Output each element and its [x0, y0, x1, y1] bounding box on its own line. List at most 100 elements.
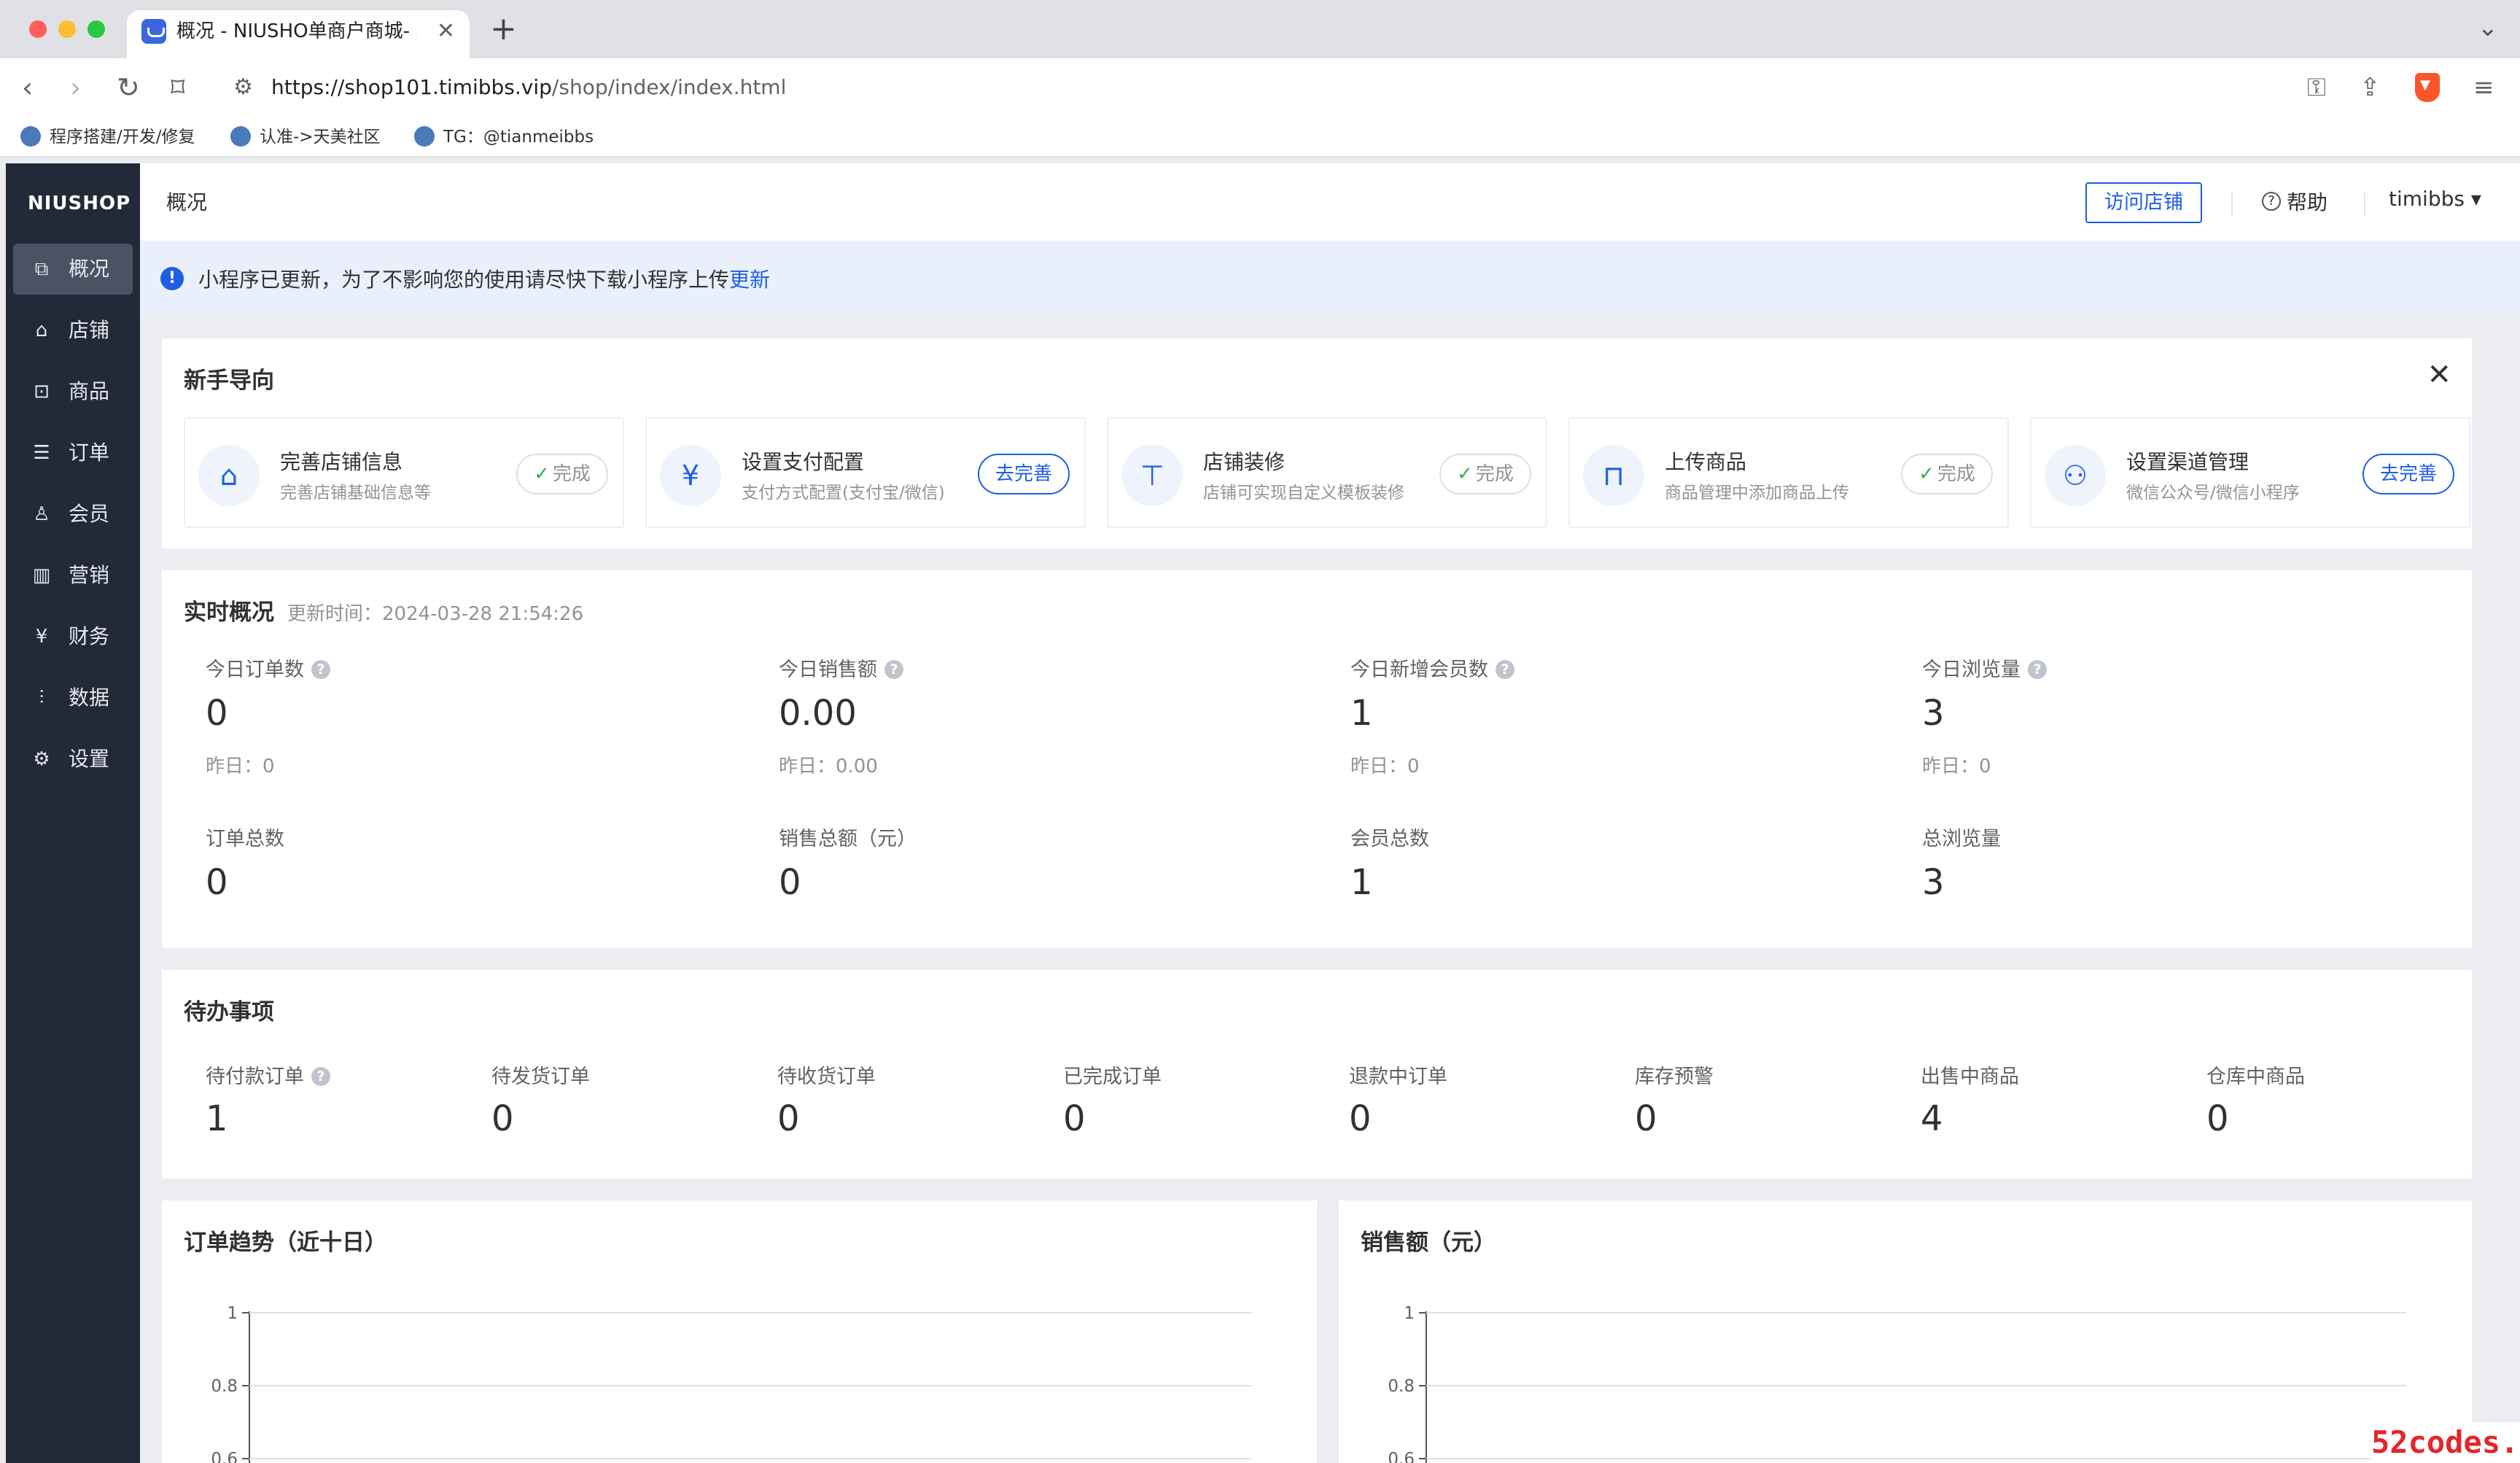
sidebar-item-marketing[interactable]: ▥ 营销	[13, 550, 133, 601]
member-icon: ♙	[33, 503, 50, 525]
paint-roller-icon: ⊤	[1121, 445, 1183, 506]
sidebar-item-orders[interactable]: ☰ 订单	[13, 427, 133, 478]
go-complete-button[interactable]: 去完善	[978, 454, 1070, 494]
tab-favicon-icon	[141, 19, 166, 44]
close-icon[interactable]: ✕	[2427, 360, 2451, 389]
browser-menu-icon[interactable]: ≡	[2473, 71, 2494, 104]
window-zoom-button[interactable]	[88, 20, 105, 38]
sidebar-item-members[interactable]: ♙ 会员	[13, 489, 133, 540]
guide-step-upload-goods[interactable]: ⊓ 上传商品 商品管理中添加商品上传 ✓ 完成	[1568, 417, 2009, 528]
guide-title: 新手导向	[184, 368, 274, 394]
todo-value[interactable]: 0	[1063, 1098, 1086, 1139]
help-question-icon: ?	[2262, 192, 2281, 211]
tab-close-icon[interactable]: ✕	[437, 18, 455, 44]
help-link[interactable]: ? 帮助	[2262, 187, 2328, 216]
brave-shield-icon[interactable]	[2415, 73, 2440, 102]
bookmark-item[interactable]: 程序搭建/开发/修复	[20, 123, 195, 152]
y-tick-label: 0.8	[1388, 1377, 1415, 1396]
question-help-icon[interactable]: ?	[1496, 659, 1514, 679]
question-help-icon[interactable]: ?	[2028, 659, 2047, 679]
back-arrow-icon[interactable]: ‹	[22, 71, 33, 104]
todo-value[interactable]: 0	[777, 1098, 800, 1139]
reload-icon[interactable]: ↻	[117, 71, 140, 104]
update-time: 更新时间：2024-03-28 21:54:26	[287, 603, 584, 625]
todo-value[interactable]: 4	[1921, 1098, 1943, 1139]
guide-step-store-info[interactable]: ⌂ 完善店铺信息 完善店铺基础信息等 ✓ 完成	[184, 417, 624, 528]
sidebar-item-store[interactable]: ⌂ 店铺	[13, 305, 133, 356]
bookmark-item[interactable]: 认准->天美社区	[230, 123, 381, 152]
todo-value[interactable]: 0	[491, 1098, 514, 1139]
stat-yesterday: 昨日：0	[1350, 756, 1420, 777]
niushop-logo: NIUSHOP	[28, 193, 131, 214]
bookmark-item[interactable]: TG：@tianmeibbs	[414, 123, 594, 152]
bookmark-favicon-icon	[230, 125, 251, 147]
stat-value: 1	[1350, 693, 1373, 734]
notice-text: 小程序已更新，为了不影响您的使用请尽快下载小程序上传更新	[198, 268, 771, 292]
order-trend-card: 订单趋势（近十日） 1 0.8 0.6	[162, 1200, 1317, 1463]
visit-store-button[interactable]: 访问店铺	[2085, 182, 2202, 223]
password-key-icon[interactable]: ⚿	[2307, 71, 2326, 104]
forward-arrow-icon[interactable]: ›	[70, 71, 81, 104]
sidebar-item-goods[interactable]: ⊡ 商品	[13, 366, 133, 417]
guide-step-decoration[interactable]: ⊤ 店铺装修 店铺可实现自定义模板装修 ✓ 完成	[1107, 417, 1547, 528]
sidebar-item-settings[interactable]: ⚙ 设置	[13, 734, 133, 785]
top-header: 概况 访问店铺 ? 帮助 timibbs ▾	[140, 163, 2520, 241]
go-complete-button[interactable]: 去完善	[2362, 454, 2454, 494]
todo-value[interactable]: 0	[2206, 1098, 2229, 1139]
todo-label: 待付款订单?	[206, 1060, 330, 1089]
todo-title: 待办事项	[184, 999, 274, 1025]
bookmark-favicon-icon	[20, 125, 41, 147]
stat-value: 3	[1922, 693, 1945, 734]
tab-list-chevron-icon[interactable]: ⌄	[2478, 13, 2499, 42]
address-bar[interactable]: ⚙ https://shop101.timibbs.vip/shop/index…	[219, 64, 2333, 111]
url-text[interactable]: https://shop101.timibbs.vip/shop/index/i…	[271, 73, 786, 102]
shopping-bag-icon: ⊓	[1583, 445, 1644, 506]
window-close-button[interactable]	[29, 20, 47, 38]
stat-label: 会员总数	[1350, 828, 1429, 850]
browser-tab[interactable]: 概况 - NIUSHO单商户商城- 天美 ✕	[127, 10, 470, 58]
stat-label: 订单总数	[206, 828, 284, 850]
stat-label: 今日订单数?	[206, 653, 330, 682]
todo-label: 退款中订单	[1349, 1066, 1447, 1088]
sidebar-item-finance[interactable]: ¥ 财务	[13, 611, 133, 662]
stat-label: 总浏览量	[1922, 828, 2001, 850]
guide-step-payment[interactable]: ¥ 设置支付配置 支付方式配置(支付宝/微信) 去完善	[645, 417, 1086, 528]
todo-value[interactable]: 0	[1635, 1098, 1657, 1139]
new-tab-plus-icon[interactable]: +	[490, 10, 517, 48]
store-icon: ⌂	[35, 319, 48, 341]
order-trend-chart: 1 0.8 0.6	[211, 1304, 1251, 1463]
finance-icon: ¥	[35, 626, 48, 648]
todo-value[interactable]: 1	[206, 1098, 228, 1139]
sales-chart-card: 销售额（元） 1 0.8 0.6	[1339, 1200, 2472, 1463]
bookmark-favicon-icon	[414, 125, 435, 147]
marketing-bars-icon: ▥	[32, 564, 51, 586]
sidebar-item-data[interactable]: ⫶ 数据	[13, 672, 133, 723]
info-icon: !	[160, 267, 184, 290]
question-help-icon[interactable]: ?	[884, 659, 903, 679]
check-icon: ✓	[1918, 463, 1934, 485]
question-help-icon[interactable]: ?	[311, 659, 330, 679]
stat-yesterday: 昨日：0	[206, 756, 275, 777]
site-settings-icon[interactable]: ⚙	[233, 74, 253, 100]
window-minimize-button[interactable]	[58, 20, 76, 38]
header-divider	[2231, 193, 2233, 216]
store-icon: ⌂	[198, 445, 260, 506]
share-icon[interactable]: ⇪	[2360, 71, 2381, 104]
guide-step-channels[interactable]: ⚇ 设置渠道管理 微信公众号/微信小程序 去完善	[2030, 417, 2470, 528]
bookmark-icon[interactable]: ⌑	[171, 71, 185, 104]
y-tick-label: 0.6	[1388, 1450, 1415, 1463]
y-tick-label: 1	[1404, 1304, 1415, 1323]
stat-value: 3	[1922, 862, 1945, 903]
y-tick-label: 0.8	[211, 1377, 238, 1396]
sidebar-item-overview[interactable]: ⧉ 概况	[13, 244, 133, 295]
question-help-icon[interactable]: ?	[311, 1066, 330, 1086]
update-notice-bar: ! 小程序已更新，为了不影响您的使用请尽快下载小程序上传更新	[140, 241, 2520, 317]
todo-value[interactable]: 0	[1349, 1098, 1372, 1139]
check-icon: ✓	[1457, 463, 1473, 485]
user-menu[interactable]: timibbs ▾	[2389, 187, 2481, 211]
realtime-overview-card: 实时概况 更新时间：2024-03-28 21:54:26 今日订单数? 0 昨日…	[162, 570, 2472, 948]
realtime-title: 实时概况 更新时间：2024-03-28 21:54:26	[184, 599, 584, 626]
bookmarks-bar: 程序搭建/开发/修复 认准->天美社区 TG：@tianmeibbs	[0, 117, 2520, 158]
update-link[interactable]: 更新	[729, 268, 770, 292]
stat-label: 销售总额（元）	[779, 828, 917, 850]
